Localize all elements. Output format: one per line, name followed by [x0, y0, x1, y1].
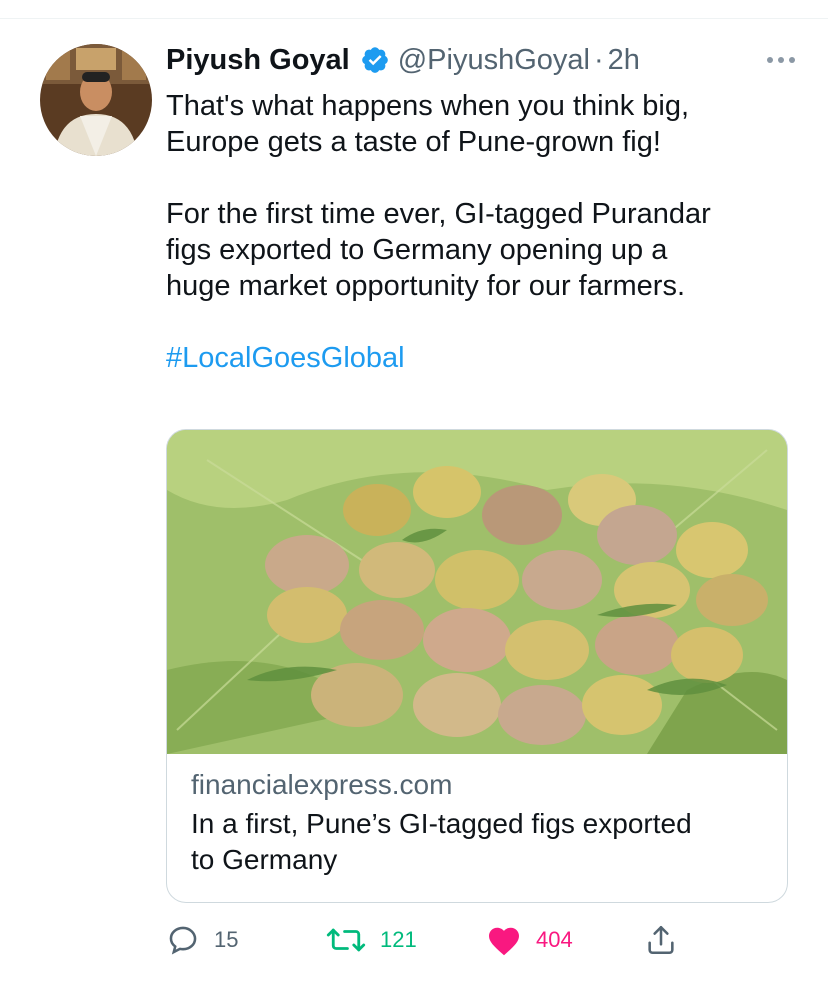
retweet-button[interactable]: 121	[326, 918, 417, 962]
tweet-time[interactable]: 2h	[608, 44, 640, 77]
tweet-text-line: Europe gets a taste of Pune-grown fig!	[166, 126, 661, 158]
tweet-text-line: huge market opportunity for our farmers.	[166, 270, 686, 302]
card-title-line: In a first, Pune’s GI-tagged figs export…	[191, 808, 692, 839]
card-domain: financialexpress.com	[191, 769, 453, 800]
link-card[interactable]: financialexpress.com In a first, Pune’s …	[166, 429, 788, 903]
card-title-line: to Germany	[191, 844, 338, 875]
author-handle[interactable]: @PiyushGoyal	[398, 44, 590, 77]
separator-dot: ·	[593, 43, 604, 76]
retweet-count: 121	[380, 927, 417, 952]
tweet-text-line: figs exported to Germany opening up a	[166, 234, 668, 266]
card-title: In a first, Pune’s GI-tagged figs export…	[191, 806, 763, 878]
tweet-text: That's what happens when you think big, …	[166, 88, 806, 376]
top-divider	[0, 18, 828, 19]
hashtag-link[interactable]: #LocalGoesGlobal	[166, 340, 806, 376]
like-count: 404	[536, 927, 573, 952]
more-icon[interactable]	[756, 40, 806, 80]
tweet-text-line: That's what happens when you think big,	[166, 90, 690, 122]
reply-count: 15	[214, 927, 239, 952]
share-button[interactable]	[644, 918, 692, 962]
tweet-header: Piyush Goyal @PiyushGoyal · 2h	[166, 40, 806, 80]
avatar-image	[40, 44, 152, 156]
tweet-content: Piyush Goyal @PiyushGoyal · 2h That's wh…	[166, 40, 806, 376]
share-icon	[648, 925, 674, 955]
tweet-text-line: For the first time ever, GI-tagged Puran…	[166, 198, 711, 230]
like-button[interactable]: 404	[486, 918, 573, 962]
card-image	[167, 430, 787, 754]
verified-badge-icon	[360, 45, 390, 75]
tweet-actions: 15 121 404	[166, 918, 806, 962]
reply-button[interactable]: 15	[166, 918, 238, 962]
reply-icon	[169, 926, 197, 955]
author-name[interactable]: Piyush Goyal	[166, 44, 350, 77]
retweet-icon	[326, 928, 366, 952]
avatar[interactable]	[40, 44, 152, 156]
card-body: financialexpress.com In a first, Pune’s …	[167, 754, 787, 878]
like-icon	[489, 927, 519, 956]
